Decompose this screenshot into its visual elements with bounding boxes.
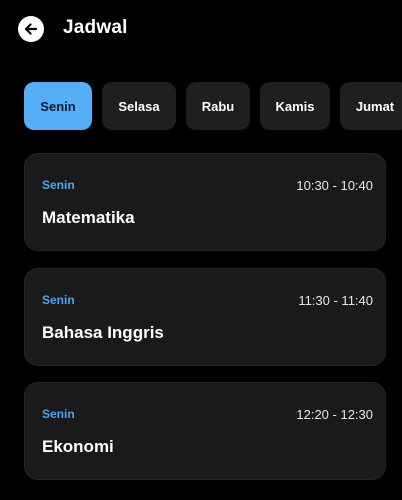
top-app-bar: Jadwal [0, 0, 402, 56]
day-tabs: Senin Selasa Rabu Kamis Jumat [24, 82, 402, 130]
page-title: Jadwal [63, 17, 128, 38]
tab-selasa[interactable]: Selasa [102, 82, 176, 130]
schedule-day: Senin [42, 293, 75, 307]
schedule-subject: Bahasa Inggris [42, 323, 164, 342]
arrow-left-icon [23, 21, 39, 37]
schedule-time: 12:20 - 12:30 [296, 407, 373, 422]
schedule-card[interactable]: Senin 11:30 - 11:40 Bahasa Inggris [24, 268, 386, 366]
schedule-day: Senin [42, 407, 75, 421]
tab-kamis[interactable]: Kamis [260, 82, 330, 130]
tab-jumat[interactable]: Jumat [340, 82, 402, 130]
schedule-subject: Ekonomi [42, 437, 114, 456]
tab-rabu[interactable]: Rabu [186, 82, 250, 130]
schedule-subject: Matematika [42, 208, 135, 227]
app-screen: Jadwal Senin Selasa Rabu Kamis Jumat Sen… [0, 0, 402, 500]
schedule-card[interactable]: Senin 10:30 - 10:40 Matematika [24, 153, 386, 251]
schedule-card[interactable]: Senin 12:20 - 12:30 Ekonomi [24, 382, 386, 480]
schedule-time: 10:30 - 10:40 [296, 178, 373, 193]
tab-senin[interactable]: Senin [24, 82, 92, 130]
schedule-time: 11:30 - 11:40 [298, 293, 373, 308]
back-button[interactable] [18, 16, 44, 42]
schedule-day: Senin [42, 178, 75, 192]
